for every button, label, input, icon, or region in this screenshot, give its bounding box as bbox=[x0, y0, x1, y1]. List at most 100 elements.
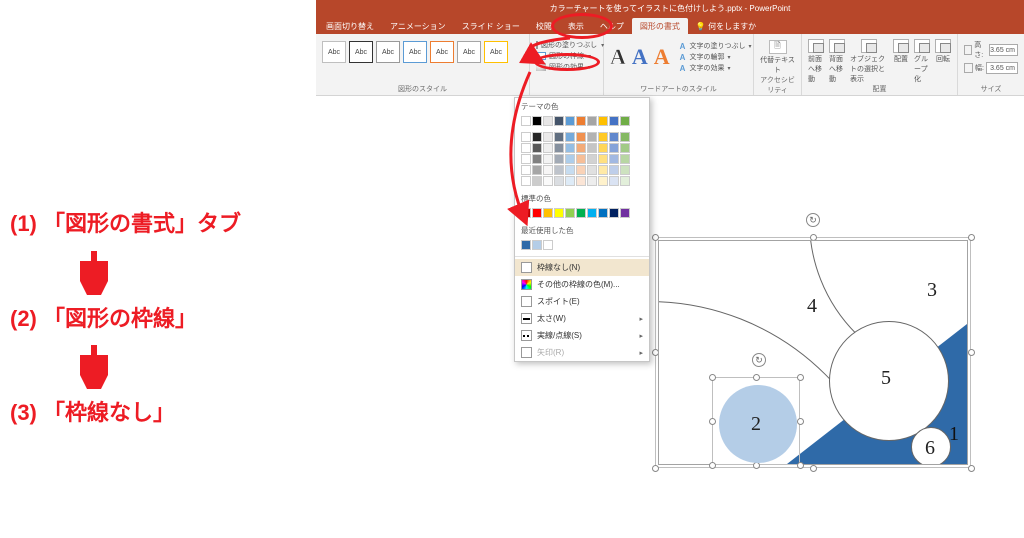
align-button[interactable]: 配置 bbox=[893, 39, 909, 84]
color-swatch[interactable] bbox=[532, 132, 542, 142]
color-swatch[interactable] bbox=[609, 176, 619, 186]
selection-handle[interactable] bbox=[810, 465, 817, 472]
color-swatch[interactable] bbox=[598, 165, 608, 175]
selection-handle[interactable] bbox=[968, 234, 975, 241]
color-swatch[interactable] bbox=[554, 176, 564, 186]
color-swatch[interactable] bbox=[565, 176, 575, 186]
style-preset[interactable]: Abc bbox=[376, 41, 400, 63]
selection-handle[interactable] bbox=[797, 418, 804, 425]
color-swatch[interactable] bbox=[565, 154, 575, 164]
color-swatch[interactable] bbox=[609, 208, 619, 218]
color-swatch[interactable] bbox=[521, 116, 531, 126]
color-swatch[interactable] bbox=[587, 208, 597, 218]
slide-canvas[interactable]: 1 2 3 4 5 6 bbox=[628, 215, 988, 475]
shape-style-gallery[interactable]: Abc Abc Abc Abc Abc Abc Abc bbox=[322, 41, 523, 63]
text-outline-button[interactable]: 文字の輪郭▾ bbox=[680, 52, 752, 62]
color-swatch[interactable] bbox=[554, 165, 564, 175]
shape-effects-button[interactable]: 図形の効果▾ bbox=[536, 62, 597, 72]
color-swatch[interactable] bbox=[532, 154, 542, 164]
color-swatch[interactable] bbox=[532, 116, 542, 126]
tab-animations[interactable]: アニメーション bbox=[382, 18, 454, 34]
color-swatch[interactable] bbox=[576, 116, 586, 126]
color-swatch[interactable] bbox=[543, 154, 553, 164]
group-button[interactable]: グループ化 bbox=[914, 39, 930, 84]
color-swatch[interactable] bbox=[521, 132, 531, 142]
color-swatch[interactable] bbox=[609, 154, 619, 164]
wordart-preset[interactable]: A bbox=[632, 44, 648, 70]
more-outline-colors-item[interactable]: その他の枠線の色(M)... bbox=[515, 276, 649, 293]
color-swatch[interactable] bbox=[576, 208, 586, 218]
text-fill-button[interactable]: 文字の塗りつぶし▾ bbox=[680, 41, 752, 51]
color-swatch[interactable] bbox=[609, 116, 619, 126]
color-swatch[interactable] bbox=[587, 176, 597, 186]
color-swatch[interactable] bbox=[543, 176, 553, 186]
color-swatch[interactable] bbox=[587, 143, 597, 153]
color-swatch[interactable] bbox=[543, 240, 553, 250]
color-swatch[interactable] bbox=[543, 116, 553, 126]
selection-handle[interactable] bbox=[709, 374, 716, 381]
weight-item[interactable]: 太さ(W)▸ bbox=[515, 310, 649, 327]
tab-transitions[interactable]: 画面切り替え bbox=[318, 18, 382, 34]
color-swatch[interactable] bbox=[532, 208, 542, 218]
color-swatch[interactable] bbox=[620, 165, 630, 175]
color-swatch[interactable] bbox=[587, 116, 597, 126]
color-swatch[interactable] bbox=[609, 165, 619, 175]
color-swatch[interactable] bbox=[620, 132, 630, 142]
color-swatch[interactable] bbox=[565, 165, 575, 175]
color-swatch[interactable] bbox=[620, 143, 630, 153]
style-preset[interactable]: Abc bbox=[430, 41, 454, 63]
shape-outline-button[interactable]: 図形の枠線▾ bbox=[536, 51, 597, 61]
tab-slideshow[interactable]: スライド ショー bbox=[454, 18, 528, 34]
color-swatch[interactable] bbox=[543, 132, 553, 142]
color-swatch[interactable] bbox=[609, 132, 619, 142]
style-preset[interactable]: Abc bbox=[457, 41, 481, 63]
color-swatch[interactable] bbox=[576, 154, 586, 164]
color-swatch[interactable] bbox=[532, 176, 542, 186]
color-swatch[interactable] bbox=[587, 154, 597, 164]
tab-help[interactable]: ヘルプ bbox=[592, 18, 632, 34]
color-swatch[interactable] bbox=[598, 132, 608, 142]
color-swatch[interactable] bbox=[521, 165, 531, 175]
wordart-preset[interactable]: A bbox=[610, 44, 626, 70]
color-swatch[interactable] bbox=[532, 240, 542, 250]
color-swatch[interactable] bbox=[598, 116, 608, 126]
selection-handle[interactable] bbox=[753, 374, 760, 381]
color-swatch[interactable] bbox=[598, 154, 608, 164]
alt-text-button[interactable]: 🗎 代替テキスト bbox=[760, 40, 795, 75]
color-swatch[interactable] bbox=[576, 176, 586, 186]
no-outline-item[interactable]: 枠線なし(N) bbox=[515, 259, 649, 276]
color-swatch[interactable] bbox=[598, 143, 608, 153]
color-swatch[interactable] bbox=[598, 208, 608, 218]
wordart-preset[interactable]: A bbox=[654, 44, 670, 70]
color-swatch[interactable] bbox=[587, 165, 597, 175]
color-swatch[interactable] bbox=[609, 143, 619, 153]
tab-view[interactable]: 表示 bbox=[560, 18, 592, 34]
selection-handle[interactable] bbox=[709, 462, 716, 469]
color-swatch[interactable] bbox=[521, 240, 531, 250]
rectangle-shape[interactable]: 1 2 3 4 5 6 bbox=[658, 240, 968, 465]
send-backward-button[interactable]: 背面へ移動 bbox=[829, 39, 845, 84]
height-value[interactable]: 3.65 cm bbox=[989, 44, 1018, 56]
eyedropper-item[interactable]: スポイト(E) bbox=[515, 293, 649, 310]
color-swatch[interactable] bbox=[554, 132, 564, 142]
color-swatch[interactable] bbox=[565, 132, 575, 142]
color-swatch[interactable] bbox=[620, 154, 630, 164]
color-swatch[interactable] bbox=[576, 165, 586, 175]
selection-handle[interactable] bbox=[797, 374, 804, 381]
selection-handle[interactable] bbox=[797, 462, 804, 469]
color-swatch[interactable] bbox=[598, 176, 608, 186]
selection-handle[interactable] bbox=[709, 418, 716, 425]
color-swatch[interactable] bbox=[565, 208, 575, 218]
width-field[interactable]: 幅:3.65 cm bbox=[964, 62, 1018, 74]
tab-review[interactable]: 校閲 bbox=[528, 18, 560, 34]
color-swatch[interactable] bbox=[543, 208, 553, 218]
color-swatch[interactable] bbox=[532, 143, 542, 153]
rotate-handle-icon[interactable] bbox=[806, 213, 820, 227]
selection-handle[interactable] bbox=[968, 349, 975, 356]
rotate-handle-icon[interactable] bbox=[752, 353, 766, 367]
color-swatch[interactable] bbox=[521, 154, 531, 164]
color-swatch[interactable] bbox=[620, 176, 630, 186]
color-swatch[interactable] bbox=[554, 116, 564, 126]
text-effects-button[interactable]: 文字の効果▾ bbox=[680, 63, 752, 73]
bring-forward-button[interactable]: 前面へ移動 bbox=[808, 39, 824, 84]
